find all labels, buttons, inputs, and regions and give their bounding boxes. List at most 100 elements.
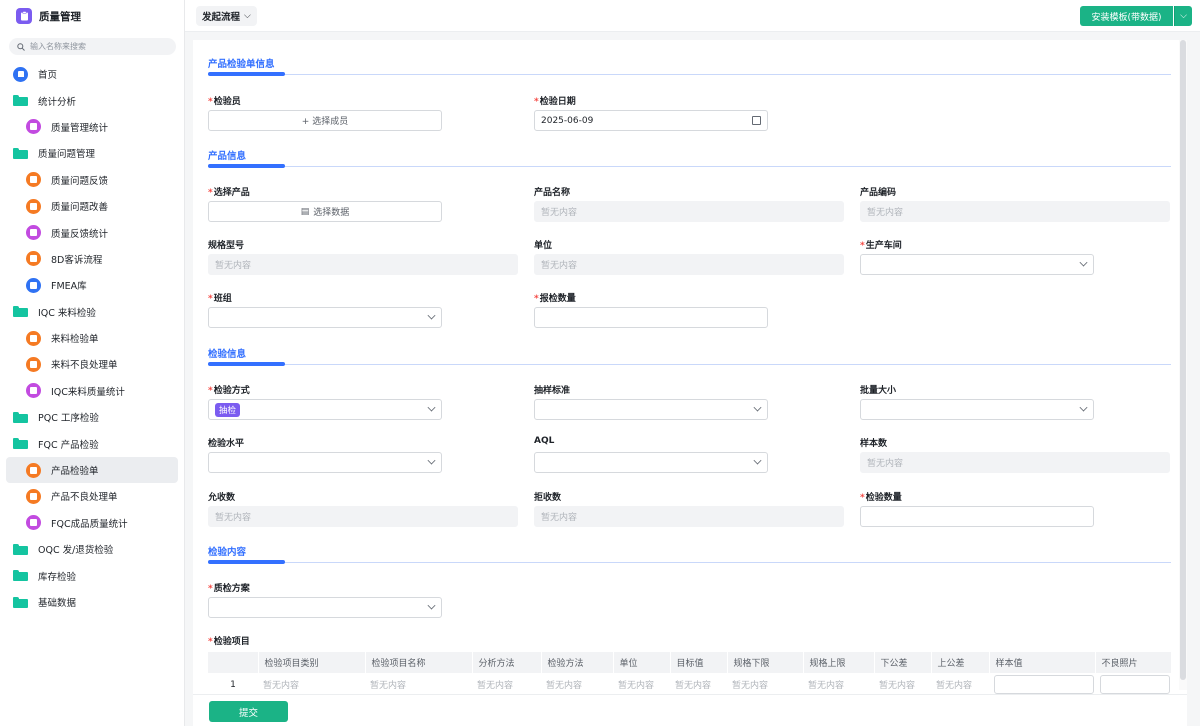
section-inspect-content: 检验内容 [208, 544, 1171, 564]
table-header-cell: 不良照片 [1095, 652, 1172, 673]
table-header-cell: 检验项目名称 [365, 652, 473, 673]
sidebar-item[interactable]: OQC 发/退货检验 [0, 536, 184, 562]
sidebar-item[interactable]: 质量问题管理 [0, 140, 184, 166]
defect-photo-upload[interactable] [1100, 675, 1170, 695]
chart-icon [26, 119, 41, 135]
chevron-down-icon [427, 456, 436, 465]
team-select[interactable] [208, 307, 442, 328]
field-label: 抽样标准 [534, 386, 571, 396]
field-batch-size: 批量大小 [860, 383, 1094, 420]
date-value: 2025-06-09 [541, 115, 594, 126]
sidebar-item[interactable]: 质量反馈统计 [0, 219, 184, 245]
unit-value: 暂无内容 [534, 254, 844, 275]
sampling-standard-select[interactable] [534, 399, 768, 420]
start-flow-label: 发起流程 [202, 12, 241, 23]
app-logo-icon [16, 8, 32, 24]
folder-icon [13, 411, 28, 423]
sidebar-item[interactable]: 库存检验 [0, 562, 184, 588]
sidebar: 质量管理 输入名称来搜索 首页 统计分析 质量管理统计 质量问题管理 质量问题反馈 质量问… [0, 0, 185, 726]
chevron-down-icon [427, 311, 436, 320]
sidebar-item[interactable]: 产品检验单 [6, 456, 178, 484]
sample-value-input[interactable] [994, 675, 1094, 695]
workshop-select[interactable] [860, 254, 1094, 275]
sidebar-item[interactable]: 8D客诉流程 [0, 246, 184, 272]
sidebar-item[interactable]: FMEA库 [0, 272, 184, 298]
batch-size-select[interactable] [860, 399, 1094, 420]
field-label: 产品编码 [860, 188, 897, 198]
sample-size-value: 暂无内容 [860, 452, 1170, 473]
sidebar-item[interactable]: IQC来料质量统计 [0, 378, 184, 404]
sidebar-item[interactable]: 首页 [0, 61, 184, 87]
field-label: *检验员 [208, 97, 241, 107]
table-header-cell: 分析方法 [472, 652, 542, 673]
sidebar-item-label: IQC来料质量统计 [51, 386, 125, 398]
chart-icon [26, 383, 41, 399]
inspect-method-select[interactable]: 抽检 [208, 399, 442, 420]
start-flow-button[interactable]: 发起流程 ⌵ [196, 6, 257, 26]
sidebar-item[interactable]: 来料检验单 [0, 325, 184, 351]
form-icon [26, 198, 41, 214]
folder-icon [13, 596, 28, 608]
field-sampling-standard: 抽样标准 [534, 383, 768, 420]
sidebar-item-label: 质量反馈统计 [51, 228, 109, 240]
aql-select[interactable] [534, 452, 768, 473]
sidebar-item[interactable]: PQC 工序检验 [0, 404, 184, 430]
sidebar-item-label: 统计分析 [38, 96, 77, 108]
field-label: *检验数量 [860, 493, 902, 503]
field-spec: 规格型号 暂无内容 [208, 238, 518, 275]
top-bar: 发起流程 ⌵ 安装模板(带数据) ⌵ [185, 0, 1200, 32]
field-label: *检验方式 [208, 386, 250, 396]
install-template-button[interactable]: 安装模板(带数据) [1080, 6, 1173, 26]
field-sample-size: 样本数 暂无内容 [860, 436, 1170, 473]
section-title: 检验信息 [208, 349, 247, 360]
table-header-cell: 检验方法 [541, 652, 614, 673]
folder-icon [13, 543, 28, 555]
sidebar-item-label: 质量问题改善 [51, 202, 109, 214]
sidebar-item[interactable]: 质量问题改善 [0, 193, 184, 219]
field-label: 单位 [534, 241, 553, 251]
field-product-code: 产品编码 暂无内容 [860, 185, 1170, 222]
section-title: 检验内容 [208, 547, 247, 558]
select-data-button[interactable]: ▤ 选择数据 [208, 201, 442, 222]
inspect-qty-input[interactable] [860, 506, 1094, 527]
flow-icon [26, 330, 41, 346]
chevron-down-icon [753, 456, 762, 465]
sidebar-item[interactable]: 质量问题反馈 [0, 167, 184, 193]
qc-plan-select[interactable] [208, 597, 442, 618]
scrollbar[interactable] [1179, 40, 1187, 690]
flow-icon [26, 251, 41, 267]
template-dropdown-button[interactable]: ⌵ [1174, 6, 1192, 26]
sidebar-item[interactable]: 基础数据 [0, 589, 184, 615]
field-inspect-level: 检验水平 [208, 436, 442, 473]
inspect-level-select[interactable] [208, 452, 442, 473]
sidebar-item[interactable]: 来料不良处理单 [0, 351, 184, 377]
sidebar-item[interactable]: FQC成品质量统计 [0, 510, 184, 536]
field-label: 规格型号 [208, 241, 245, 251]
field-label: *质检方案 [208, 584, 250, 594]
report-qty-input[interactable] [534, 307, 768, 328]
section-title: 产品检验单信息 [208, 59, 275, 70]
select-member-button[interactable]: + 选择成员 [208, 110, 442, 131]
sidebar-item[interactable]: 统计分析 [0, 87, 184, 113]
sidebar-item-label: 基础数据 [38, 598, 77, 609]
scrollbar-thumb[interactable] [1180, 40, 1186, 680]
submit-button[interactable]: 提交 [209, 701, 288, 722]
sidebar-item[interactable]: 产品不良处理单 [0, 483, 184, 509]
field-label: *检验项目 [208, 637, 250, 647]
table-header-cell: 样本值 [989, 652, 1096, 673]
form-icon [26, 172, 41, 188]
form-footer: 提交 [193, 694, 1187, 726]
search-input[interactable]: 输入名称来搜索 [9, 38, 176, 55]
folder-icon [13, 95, 28, 107]
sidebar-item[interactable]: 质量管理统计 [0, 114, 184, 140]
section-divider [208, 72, 1171, 76]
table-header-cell [208, 652, 259, 673]
date-picker[interactable]: 2025-06-09 [534, 110, 768, 131]
field-accept-qty: 允收数 暂无内容 [208, 490, 518, 527]
sidebar-item-label: IQC 来料检验 [38, 307, 96, 319]
field-select-product: *选择产品 ▤ 选择数据 [208, 185, 442, 222]
sidebar-item[interactable]: IQC 来料检验 [0, 299, 184, 325]
table-header-cell: 检验项目类别 [258, 652, 366, 673]
sidebar-item[interactable]: FQC 产品检验 [0, 430, 184, 456]
sidebar-item-label: OQC 发/退货检验 [38, 545, 114, 557]
